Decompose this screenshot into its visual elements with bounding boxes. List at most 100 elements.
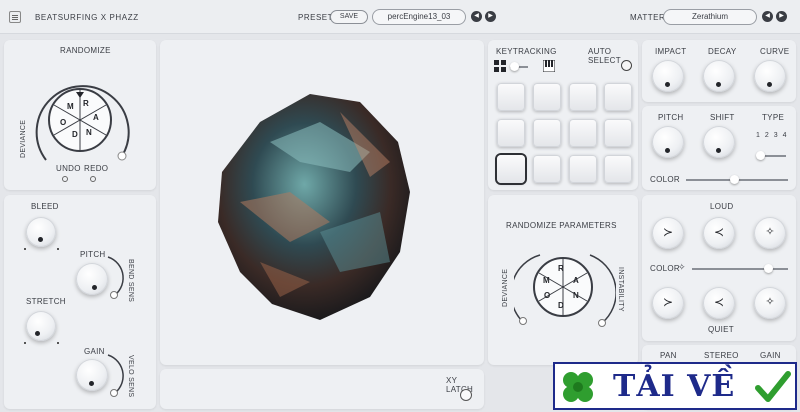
curve-knob[interactable] bbox=[754, 60, 786, 92]
dice-letter-o: O bbox=[60, 118, 67, 127]
quiet-shape-icon-1: ≻ bbox=[662, 295, 674, 309]
loud-sparkle-icon: ✧ bbox=[765, 226, 775, 238]
pad-7[interactable] bbox=[569, 119, 597, 147]
loud-color-slider[interactable] bbox=[692, 268, 788, 270]
envelope-panel: IMPACT DECAY CURVE bbox=[642, 40, 796, 102]
type-option-2[interactable]: 2 bbox=[765, 132, 770, 139]
randomize-panel: RANDOMIZE DEVIANCE R A N D O M UNDO REDO bbox=[4, 40, 156, 190]
quiet-knob-3[interactable]: ✧ bbox=[754, 287, 786, 319]
quiet-label: QUIET bbox=[708, 325, 734, 334]
dice-letter-d: D bbox=[72, 130, 78, 139]
stretch-knob[interactable] bbox=[26, 311, 56, 341]
matter-name-field[interactable]: Zerathium bbox=[663, 9, 757, 25]
xy-latch-bar: XY LATCH bbox=[160, 369, 484, 409]
pad-9-selected[interactable] bbox=[497, 155, 525, 183]
rp-dice-letter-m: M bbox=[543, 276, 550, 285]
loud-knob-2[interactable]: ≺ bbox=[703, 217, 735, 249]
clover-icon bbox=[563, 372, 593, 402]
watermark-text: TẢI VỀ bbox=[613, 369, 736, 404]
dice-letter-m: M bbox=[67, 102, 74, 111]
type-option-3[interactable]: 3 bbox=[774, 132, 779, 139]
grid-icon[interactable] bbox=[494, 60, 506, 72]
preset-prev-button[interactable]: ◀ bbox=[471, 11, 482, 22]
matter-visualizer[interactable] bbox=[160, 40, 484, 365]
quiet-knob-2[interactable]: ≺ bbox=[703, 287, 735, 319]
bleed-label: BLEED bbox=[31, 202, 59, 211]
matter-label: MATTER bbox=[630, 13, 666, 22]
type-slider-thumb[interactable] bbox=[756, 151, 765, 160]
velo-sens-arc[interactable] bbox=[104, 351, 126, 401]
pitch-shift-panel: PITCH SHIFT TYPE 1 2 3 4 COLOR bbox=[642, 106, 796, 190]
piano-icon[interactable] bbox=[543, 60, 555, 72]
randomize-parameters-title: RANDOMIZE PARAMETERS bbox=[506, 221, 617, 230]
watermark-banner: TẢI VỀ bbox=[553, 362, 797, 410]
dice-letter-a: A bbox=[93, 113, 99, 122]
pad-3[interactable] bbox=[569, 83, 597, 111]
randomize-title: RANDOMIZE bbox=[60, 46, 111, 55]
preset-next-button[interactable]: ▶ bbox=[485, 11, 496, 22]
pitch-color-slider-thumb[interactable] bbox=[730, 175, 739, 184]
preset-label: PRESET bbox=[298, 13, 334, 22]
redo-indicator[interactable] bbox=[90, 176, 96, 182]
loud-label: LOUD bbox=[710, 202, 734, 211]
type-option-4[interactable]: 4 bbox=[783, 132, 788, 139]
loud-color-slider-thumb[interactable] bbox=[764, 264, 773, 273]
shift-label: SHIFT bbox=[710, 113, 735, 122]
save-button[interactable]: SAVE bbox=[330, 10, 368, 24]
undo-indicator[interactable] bbox=[62, 176, 68, 182]
xy-latch-toggle[interactable] bbox=[460, 389, 472, 401]
keytracking-slider-thumb[interactable] bbox=[510, 62, 519, 71]
rp-dice-button[interactable]: R A N D O M bbox=[533, 257, 593, 317]
bend-sens-arc[interactable] bbox=[104, 253, 126, 303]
pan-label: PAN bbox=[660, 351, 677, 360]
dice-letter-n: N bbox=[86, 128, 92, 137]
matter-prev-button[interactable]: ◀ bbox=[762, 11, 773, 22]
shift-knob[interactable] bbox=[703, 126, 735, 158]
loud-color-label: COLOR bbox=[650, 264, 680, 273]
pitch-panel-knob[interactable] bbox=[652, 126, 684, 158]
impact-label: IMPACT bbox=[655, 47, 687, 56]
rp-dice-letter-n: N bbox=[573, 291, 579, 300]
left-modulation-panel: BLEED PITCH BEND SENS STRETCH GAIN VELO … bbox=[4, 195, 156, 409]
loud-knob-3[interactable]: ✧ bbox=[754, 217, 786, 249]
type-option-1[interactable]: 1 bbox=[756, 132, 761, 139]
pad-8[interactable] bbox=[604, 119, 632, 147]
pad-2[interactable] bbox=[533, 83, 561, 111]
auto-select-toggle[interactable] bbox=[621, 60, 632, 71]
loud-shape-icon-1: ≻ bbox=[662, 225, 674, 239]
rp-dice-letter-r: R bbox=[558, 264, 564, 273]
pad-4[interactable] bbox=[604, 83, 632, 111]
color-sparkle-icon: ✧ bbox=[678, 262, 686, 272]
rp-dice-letter-o: O bbox=[544, 291, 551, 300]
type-options[interactable]: 1 2 3 4 bbox=[756, 132, 788, 139]
bleed-knob[interactable] bbox=[26, 217, 56, 247]
quiet-shape-icon-2: ≺ bbox=[713, 295, 725, 309]
decay-knob[interactable] bbox=[703, 60, 735, 92]
rp-instability-label: INSTABILITY bbox=[617, 267, 624, 312]
pad-12[interactable] bbox=[604, 155, 632, 183]
gain-label: GAIN bbox=[84, 347, 105, 356]
undo-button[interactable]: UNDO bbox=[56, 164, 81, 173]
loud-quiet-panel: LOUD ≻ ≺ ✧ COLOR ✧ ≻ ≺ ✧ QUIET bbox=[642, 195, 796, 341]
pad-11[interactable] bbox=[569, 155, 597, 183]
deviance-label: DEVIANCE bbox=[20, 119, 27, 158]
menu-icon[interactable] bbox=[9, 11, 21, 23]
loud-knob-1[interactable]: ≻ bbox=[652, 217, 684, 249]
decay-label: DECAY bbox=[708, 47, 737, 56]
pad-10[interactable] bbox=[533, 155, 561, 183]
pad-1[interactable] bbox=[497, 83, 525, 111]
rp-dice-letter-d: D bbox=[558, 301, 564, 310]
preset-name-field[interactable]: percEngine13_03 bbox=[372, 9, 466, 25]
matter-next-button[interactable]: ▶ bbox=[776, 11, 787, 22]
pad-5[interactable] bbox=[497, 119, 525, 147]
checkmark-icon bbox=[755, 371, 791, 402]
header-bar: BEATSURFING X PHAZZ PRESET SAVE percEngi… bbox=[0, 0, 800, 34]
loud-shape-icon-2: ≺ bbox=[713, 225, 725, 239]
redo-button[interactable]: REDO bbox=[84, 164, 108, 173]
impact-knob[interactable] bbox=[652, 60, 684, 92]
pad-6[interactable] bbox=[533, 119, 561, 147]
randomize-dice-button[interactable]: R A N D O M bbox=[48, 88, 112, 152]
quiet-sparkle-icon: ✧ bbox=[765, 296, 775, 308]
rp-dice-letter-a: A bbox=[573, 276, 579, 285]
quiet-knob-1[interactable]: ≻ bbox=[652, 287, 684, 319]
